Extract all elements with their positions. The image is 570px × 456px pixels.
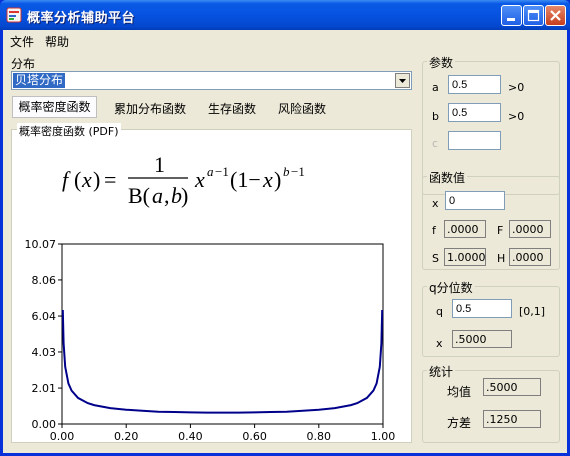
svg-text:a: a [207,164,214,179]
svg-text:a: a [152,183,163,208]
stats-title: 统计 [427,363,456,380]
formula-graphic: f ( x ) = 1 B( a , b ) x a −1 (1− x) b … [62,152,305,208]
param-a-constraint: >0 [508,81,525,94]
menu-file[interactable]: 文件 [10,33,34,50]
x-tick-label: 0.60 [242,430,267,443]
svg-text:f: f [62,167,71,192]
y-tick-label: 2.01 [32,382,57,395]
chevron-down-icon [399,79,406,83]
svg-text:(: ( [74,167,81,192]
quantile-q-label: q [436,305,443,318]
y-tick-label: 10.07 [25,238,57,251]
close-icon [550,10,561,21]
quantile-x-label: x [436,337,443,350]
tab-cdf[interactable]: 累加分布函数 [114,100,186,117]
svg-text:x: x [262,167,273,192]
quantile-x-value: .5000 [452,330,512,348]
svg-text:,: , [164,183,170,208]
stats-mean-label: 均值 [447,385,472,399]
func-H-label: H [497,252,506,265]
stats-variance-value: .1250 [483,410,541,428]
svg-text:x: x [194,167,205,192]
func-F-value: .0000 [509,220,551,238]
param-b-input[interactable] [448,103,501,122]
svg-text:): ) [274,167,281,192]
func-x-label: x [432,197,439,210]
x-tick-label: 0.40 [178,430,203,443]
x-tick-label: 0.00 [50,430,75,443]
quantile-q-input[interactable] [452,299,512,318]
func-f-label: f [432,224,436,237]
y-tick-label: 8.06 [32,274,57,287]
param-c-label: c [432,137,439,150]
y-tick-label: 4.03 [32,346,57,359]
client-area: 文件 帮助 分布 贝塔分布 概率密度函数 累加分布函数 生存函数 风险函数 概率… [3,30,567,453]
y-tick-label: 6.04 [32,310,57,323]
x-tick-label: 0.80 [307,430,332,443]
tab-pdf[interactable]: 概率密度函数 [12,96,97,118]
title-bar[interactable]: 概率分析辅助平台 [0,0,570,30]
window-title: 概率分析辅助平台 [27,11,136,26]
tab-hazard[interactable]: 风险函数 [278,100,326,117]
quantile-q-range: [0,1] [519,305,546,318]
maximize-button[interactable] [523,5,544,26]
param-c-input[interactable] [448,131,501,150]
svg-text:): ) [93,167,100,192]
plot-area [61,243,384,425]
distribution-label: 分布 [11,57,36,71]
quantile-title: q分位数 [427,279,475,296]
menu-help[interactable]: 帮助 [45,33,69,50]
minimize-button[interactable] [501,5,522,26]
func-S-label: S [432,252,439,265]
tab-survival[interactable]: 生存函数 [208,100,256,117]
svg-text:−1: −1 [215,164,229,179]
distribution-select[interactable]: 贝塔分布 [11,71,412,90]
svg-text:x: x [81,167,92,192]
params-title: 参数 [427,54,456,71]
param-b-label: b [432,110,439,123]
app-window: 概率分析辅助平台 文件 帮助 分布 贝塔分布 概率密度函数 累加分布函数 生存函… [0,0,570,456]
param-a-label: a [432,81,439,94]
distribution-selected-value: 贝塔分布 [13,73,66,88]
stats-mean-value: .5000 [483,378,541,396]
maximize-icon [527,9,540,22]
func-x-input[interactable] [445,191,505,210]
stats-variance-label: 方差 [447,416,472,430]
close-button[interactable] [545,5,566,26]
svg-text:−1: −1 [291,164,305,179]
svg-text:b: b [283,164,290,179]
svg-text:1: 1 [154,152,165,177]
x-tick-label: 0.20 [114,430,139,443]
func-F-label: F [497,224,504,237]
minimize-icon [507,18,515,21]
dropdown-button[interactable] [395,73,410,88]
param-a-input[interactable] [448,75,501,94]
app-icon [6,7,22,23]
func-f-value: .0000 [444,220,486,238]
func-H-value: .0000 [509,248,551,266]
func-values-title: 函数值 [427,169,468,186]
pdf-panel-title: 概率密度函数 (PDF) [17,123,121,139]
func-S-value: 1.0000 [444,248,486,266]
beta-pdf-formula: f ( x ) = 1 B( a , b ) x a −1 (1− x) b … [58,148,318,210]
x-tick-label: 1.00 [371,430,396,443]
svg-text:B(: B( [128,183,150,208]
svg-text:=: = [104,167,116,192]
svg-text:): ) [181,183,188,208]
svg-text:(1−: (1− [230,167,261,192]
pdf-chart: 0.002.014.036.048.0610.070.00 0.20 0.40 0.6… [25,238,396,443]
param-b-constraint: >0 [508,110,525,123]
